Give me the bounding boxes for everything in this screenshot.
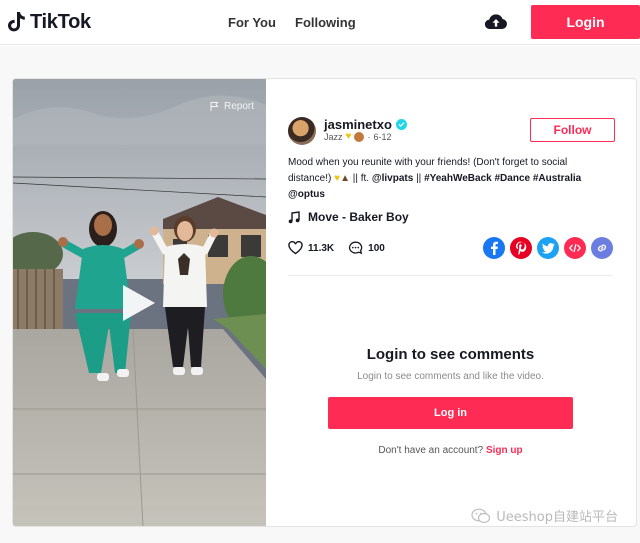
watermark-text: Ueeshop自建站平台	[496, 510, 618, 525]
music-note-icon	[288, 210, 300, 223]
verified-badge-icon	[395, 119, 407, 130]
facebook-icon[interactable]	[483, 237, 505, 259]
report-label: Report	[223, 101, 254, 112]
flag-icon	[210, 102, 219, 111]
report-button[interactable]: Report	[209, 101, 254, 112]
post-caption: Mood when you reunite with your friends!…	[288, 155, 608, 203]
signup-prompt: Don't have an account? Sign up	[288, 445, 613, 456]
follow-button[interactable]: Follow	[530, 118, 615, 142]
tab-following[interactable]: Following	[295, 15, 356, 30]
hashtag-dance[interactable]: #Dance	[494, 173, 530, 184]
video-player[interactable]: Report	[13, 79, 266, 526]
comments-login-subtitle: Login to see comments and like the video…	[357, 371, 544, 382]
mention-optus[interactable]: @optus	[288, 189, 325, 200]
share-buttons	[483, 237, 613, 259]
video-post-card: Report jasminetxo Jazz ♥ · 6-12 Follow M…	[12, 78, 637, 527]
like-count: 11.3K	[308, 242, 335, 254]
avatar[interactable]	[288, 117, 316, 145]
engagement-stats: 11.3K 100	[288, 241, 385, 255]
author-subline: Jazz ♥ · 6-12	[324, 131, 391, 142]
hashtag-yeahweback[interactable]: #YeahWeBack	[424, 173, 492, 184]
watermark: Ueeshop自建站平台	[471, 506, 618, 525]
post-date: 6-12	[373, 131, 392, 142]
tiktok-logo[interactable]: TikTok	[8, 10, 91, 34]
like-stat[interactable]: 11.3K	[288, 241, 334, 255]
pinterest-icon[interactable]	[510, 237, 532, 259]
music-link[interactable]: Move - Baker Boy	[288, 210, 409, 224]
author-username[interactable]: jasminetxo	[324, 117, 407, 132]
signup-link[interactable]: Sign up	[486, 445, 523, 456]
face-emoji-icon	[354, 131, 365, 142]
comment-bubble-icon	[349, 241, 363, 255]
header-login-button[interactable]: Login	[531, 5, 640, 39]
wechat-icon	[471, 508, 491, 523]
yellow-heart-icon: ♥	[345, 131, 352, 142]
post-info-panel: jasminetxo Jazz ♥ · 6-12 Follow Mood whe…	[288, 79, 636, 526]
username-text: jasminetxo	[324, 117, 392, 132]
twitter-icon[interactable]	[537, 237, 559, 259]
comments-login-button[interactable]: Log in	[328, 397, 573, 429]
comments-login-title: Login to see comments	[366, 346, 535, 363]
no-account-text: Don't have an account?	[378, 445, 484, 456]
comment-stat[interactable]: 100	[348, 241, 385, 255]
hashtag-australia[interactable]: #Australia	[533, 173, 581, 184]
divider	[288, 275, 613, 276]
brand-name: TikTok	[30, 10, 91, 33]
tiktok-note-icon	[8, 12, 25, 32]
caption-separator: || ft.	[349, 173, 372, 184]
embed-icon[interactable]	[564, 237, 586, 259]
music-title: Move - Baker Boy	[308, 210, 409, 224]
top-navigation-bar: TikTok For You Following Login	[0, 0, 640, 45]
tab-for-you[interactable]: For You	[228, 15, 276, 30]
heart-icon	[288, 241, 303, 255]
caption-separator-2: ||	[413, 173, 425, 184]
author-tag: Jazz	[324, 131, 343, 142]
dot-separator: ·	[367, 131, 371, 142]
comment-count: 100	[368, 242, 385, 254]
play-icon[interactable]	[121, 283, 157, 323]
mention-livpats[interactable]: @livpats	[372, 173, 413, 184]
upload-cloud-icon[interactable]	[484, 12, 508, 32]
link-icon[interactable]	[591, 237, 613, 259]
praying-hands-emoji-icon: ▲	[340, 173, 350, 184]
